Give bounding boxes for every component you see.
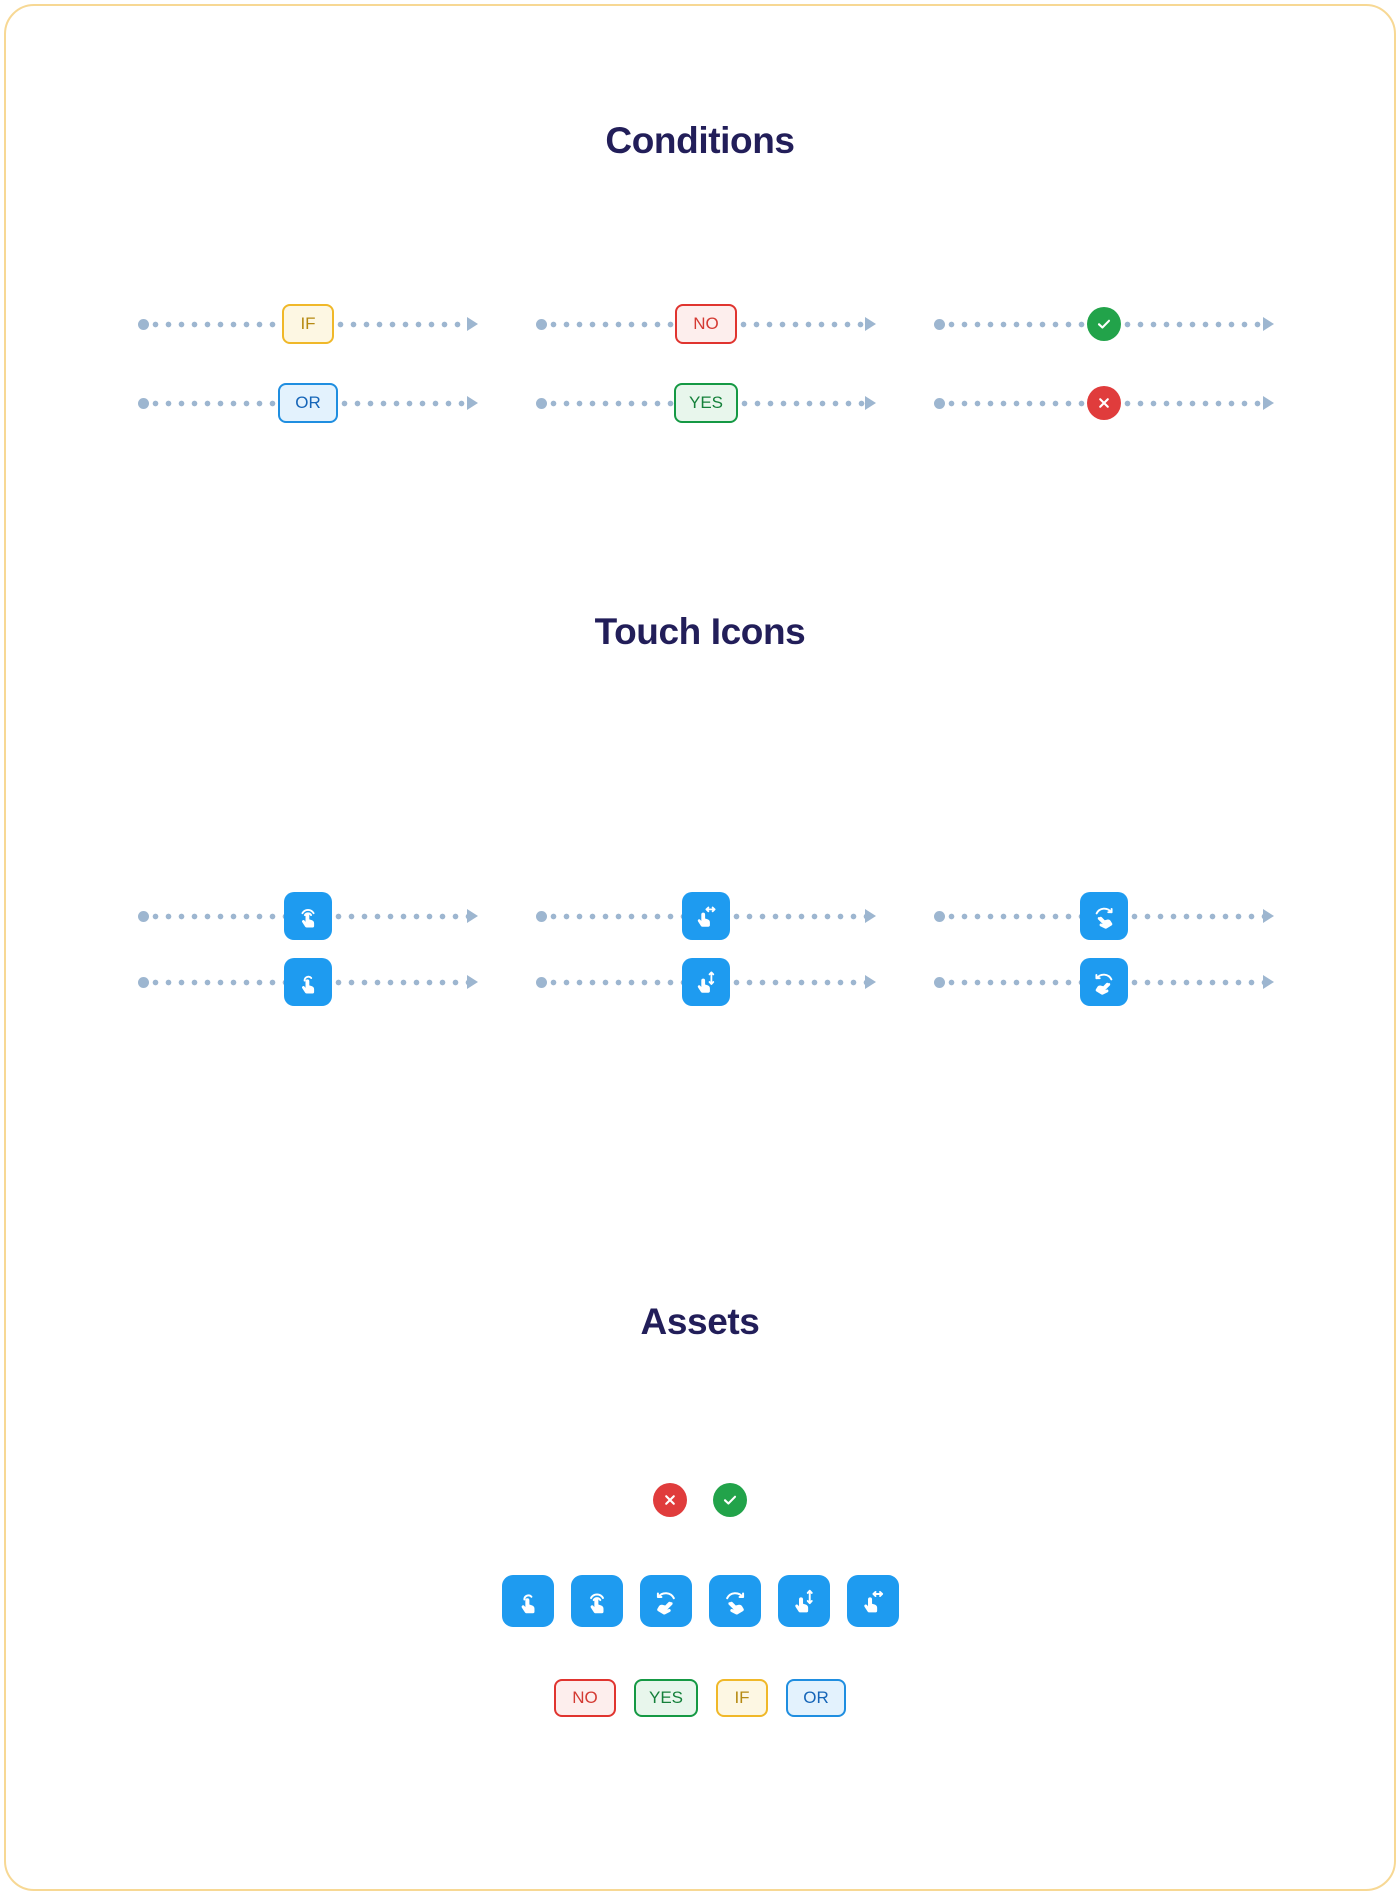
connector-dots-right	[1128, 977, 1263, 987]
connector-arrow-icon	[467, 909, 478, 923]
connector-arrow-icon	[865, 909, 876, 923]
connector-arrow-icon	[1263, 909, 1274, 923]
connector-start-dot	[138, 318, 149, 330]
touch-row-tap-ripple	[138, 886, 478, 946]
condition-row-close	[934, 373, 1274, 433]
connector-dots-right	[1128, 911, 1263, 921]
section-title-touch-icons: Touch Icons	[594, 611, 806, 652]
connector-arrow-icon	[467, 396, 478, 410]
no-badge[interactable]: NO	[675, 304, 737, 344]
assets-tile-group	[6, 1575, 1394, 1627]
tap-ripple-icon[interactable]	[570, 1575, 623, 1627]
section-title-assets: Assets	[640, 1301, 760, 1342]
connector-start-dot	[536, 318, 547, 330]
swipe-vertical-icon[interactable]	[777, 1575, 830, 1627]
rotate-cw-icon[interactable]	[1080, 892, 1128, 940]
tap-single-icon[interactable]	[501, 1575, 554, 1627]
connector-arrow-icon	[865, 396, 876, 410]
connector-dots-right	[730, 977, 865, 987]
condition-row-yes: YES	[536, 373, 876, 433]
connector-start-dot	[536, 397, 547, 409]
connector-dots-left	[945, 977, 1080, 987]
tap-single-icon[interactable]	[284, 958, 332, 1006]
assets-badge-group: NO YES IF OR	[6, 1679, 1394, 1717]
connector-dots-left	[149, 911, 284, 921]
connector-start-dot	[138, 976, 149, 988]
connector-dots-right	[338, 398, 467, 408]
connector-dots-left	[945, 398, 1087, 408]
section-title-conditions: Conditions	[605, 120, 795, 161]
connector-arrow-icon	[865, 975, 876, 989]
connector-arrow-icon	[1263, 975, 1274, 989]
or-badge[interactable]: OR	[786, 1679, 846, 1717]
rotate-cw-icon[interactable]	[708, 1575, 761, 1627]
connector-dots-right	[332, 911, 467, 921]
or-badge[interactable]: OR	[278, 383, 338, 423]
tap-ripple-icon[interactable]	[284, 892, 332, 940]
connector-start-dot	[138, 397, 149, 409]
connector-dots-left	[547, 319, 675, 329]
check-circle-icon[interactable]	[1087, 307, 1121, 341]
rotate-ccw-icon[interactable]	[1080, 958, 1128, 1006]
page-frame: Conditions IF OR NO YES Touch Icons Asse…	[4, 4, 1396, 1891]
connector-start-dot	[934, 397, 945, 409]
no-badge[interactable]: NO	[554, 1679, 616, 1717]
swipe-horizontal-icon[interactable]	[846, 1575, 899, 1627]
connector-start-dot	[934, 976, 945, 988]
connector-arrow-icon	[1263, 396, 1274, 410]
condition-row-or: OR	[138, 373, 478, 433]
connector-start-dot	[934, 910, 945, 922]
connector-start-dot	[934, 318, 945, 330]
connector-arrow-icon	[467, 317, 478, 331]
yes-badge[interactable]: YES	[674, 383, 738, 423]
connector-dots-right	[334, 319, 467, 329]
swipe-vertical-icon[interactable]	[682, 958, 730, 1006]
touch-row-swipe-horizontal	[536, 886, 876, 946]
connector-dots-left	[149, 977, 284, 987]
connector-dots-right	[1121, 319, 1263, 329]
yes-badge[interactable]: YES	[634, 1679, 698, 1717]
connector-dots-right	[332, 977, 467, 987]
connector-dots-left	[547, 977, 682, 987]
connector-arrow-icon	[865, 317, 876, 331]
rotate-ccw-icon[interactable]	[639, 1575, 692, 1627]
swipe-horizontal-icon[interactable]	[682, 892, 730, 940]
connector-dots-right	[1121, 398, 1263, 408]
close-circle-icon[interactable]	[1087, 386, 1121, 420]
connector-dots-right	[730, 911, 865, 921]
condition-row-if: IF	[138, 294, 478, 354]
condition-row-no: NO	[536, 294, 876, 354]
connector-start-dot	[536, 910, 547, 922]
connector-start-dot	[536, 976, 547, 988]
touch-row-tap-single	[138, 952, 478, 1012]
if-badge[interactable]: IF	[716, 1679, 768, 1717]
connector-dots-left	[547, 398, 674, 408]
connector-dots-left	[149, 319, 282, 329]
connector-dots-right	[738, 398, 865, 408]
connector-dots-right	[737, 319, 865, 329]
connector-arrow-icon	[467, 975, 478, 989]
touch-row-swipe-vertical	[536, 952, 876, 1012]
assets-circle-group	[6, 1483, 1394, 1517]
touch-row-rotate-ccw	[934, 952, 1274, 1012]
if-badge[interactable]: IF	[282, 304, 334, 344]
connector-dots-left	[945, 911, 1080, 921]
touch-row-rotate-cw	[934, 886, 1274, 946]
check-circle-icon[interactable]	[713, 1483, 747, 1517]
connector-arrow-icon	[1263, 317, 1274, 331]
connector-start-dot	[138, 910, 149, 922]
close-circle-icon[interactable]	[653, 1483, 687, 1517]
connector-dots-left	[149, 398, 278, 408]
connector-dots-left	[945, 319, 1087, 329]
condition-row-check	[934, 294, 1274, 354]
connector-dots-left	[547, 911, 682, 921]
